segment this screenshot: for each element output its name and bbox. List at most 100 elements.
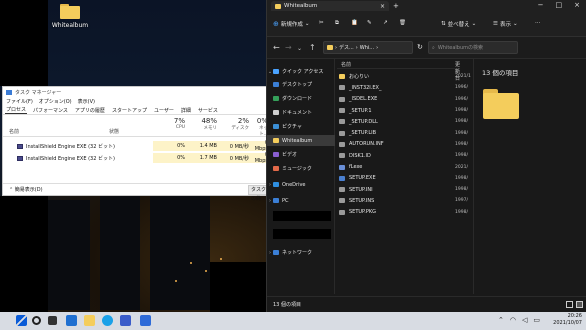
address-box[interactable]: › デス... › Whi... ›: [323, 41, 413, 54]
nav-pictures[interactable]: ピクチャ: [267, 121, 335, 132]
file-row[interactable]: お心りい 2021/1: [337, 71, 471, 82]
minimize-icon[interactable]: −: [538, 1, 544, 9]
copy-icon[interactable]: ⧉: [335, 20, 339, 27]
file-name: _INST32I.EX_: [349, 84, 382, 91]
task-view-icon[interactable]: [48, 316, 57, 325]
nav-pc[interactable]: › PC: [267, 195, 335, 206]
tab-app-history[interactable]: アプリの履歴: [74, 107, 106, 114]
tab-services[interactable]: サービス: [197, 107, 219, 114]
up-arrow-icon[interactable]: ↑: [309, 43, 316, 52]
task-manager-icon[interactable]: [140, 315, 151, 326]
city-light: [175, 280, 177, 282]
col-memory[interactable]: 48% メモリ: [191, 117, 217, 131]
paste-icon[interactable]: 📋: [351, 20, 358, 26]
end-task-button[interactable]: タスクの終: [248, 184, 268, 202]
nav-desktop[interactable]: デスクトップ: [267, 79, 335, 90]
desktop-icon-label: Whitealbum: [51, 22, 89, 29]
black-region: [0, 0, 48, 86]
tab-startup[interactable]: スタートアップ: [111, 107, 148, 114]
delete-icon[interactable]: 🗑: [399, 20, 406, 26]
more-options-icon[interactable]: ···: [535, 20, 540, 26]
explorer-tab[interactable]: Whitealbum ×: [271, 1, 389, 11]
nav-label: ピクチャ: [282, 124, 302, 130]
file-row[interactable]: SETUP.INI 1998/: [337, 184, 468, 195]
col-name[interactable]: 名前: [341, 61, 351, 68]
nav-onedrive[interactable]: › OneDrive: [267, 179, 335, 190]
nav-videos[interactable]: ビデオ: [267, 149, 335, 160]
file-row[interactable]: SETUP.PKG 1998/: [337, 207, 468, 218]
tab-processes[interactable]: プロセス: [5, 106, 28, 114]
col-disk[interactable]: 2% ディスク: [223, 117, 249, 131]
file-row[interactable]: SETUP.EXE 1998/: [337, 173, 468, 184]
col-name[interactable]: 名前: [9, 128, 19, 135]
nav-quick-access[interactable]: ⌄ クイック アクセス: [267, 66, 335, 77]
start-icon[interactable]: [16, 315, 27, 326]
maximize-icon[interactable]: □: [556, 1, 563, 9]
file-row[interactable]: fLexe 2021/: [337, 161, 468, 172]
file-row[interactable]: _INST32I.EX_ 1996/: [337, 82, 468, 93]
menu-options[interactable]: オプション(O): [39, 98, 72, 105]
chevron-up-icon[interactable]: ⌃: [498, 316, 504, 324]
refresh-icon[interactable]: ↻: [417, 43, 423, 51]
sort-button[interactable]: ⇅ 並べ替え ⌄: [441, 20, 476, 28]
col-status[interactable]: 状態: [109, 128, 119, 135]
view-icon: ☰: [493, 21, 498, 27]
video-icon: [273, 152, 279, 157]
process-row[interactable]: InstallShield Engine EXE (32 ビット) 0% 1.4…: [3, 140, 268, 152]
back-arrow-icon[interactable]: ←: [273, 43, 280, 52]
nav-network[interactable]: › ネットワーク: [267, 247, 335, 258]
tab-performance[interactable]: パフォーマンス: [32, 107, 69, 114]
close-tab-icon[interactable]: ×: [380, 3, 385, 10]
desktop-folder-whitealbum[interactable]: Whitealbum: [50, 4, 90, 29]
search-icon[interactable]: [32, 316, 41, 325]
rename-icon[interactable]: ✎: [367, 20, 372, 26]
tab-users[interactable]: ユーザー: [153, 107, 175, 114]
tiles-view-icon[interactable]: [576, 301, 583, 308]
close-icon[interactable]: ×: [574, 1, 580, 9]
new-tab-icon[interactable]: +: [393, 2, 399, 10]
recent-chevron-icon[interactable]: ⌄: [297, 45, 302, 52]
nav-whitealbum[interactable]: Whitealbum: [267, 135, 335, 146]
process-name: InstallShield Engine EXE (32 ビット): [26, 143, 115, 150]
breadcrumb-current[interactable]: Whi...: [360, 45, 374, 51]
file-row[interactable]: SETUP.INS 1997/: [337, 195, 468, 206]
nav-downloads[interactable]: ダウンロード: [267, 93, 335, 104]
file-row[interactable]: DISK1.ID 1998/: [337, 150, 468, 161]
tab-details[interactable]: 詳細: [180, 107, 192, 114]
speaker-icon[interactable]: ◁: [522, 316, 527, 324]
file-explorer-icon[interactable]: [84, 315, 95, 326]
file-row[interactable]: _ISDEL.EXE 1996/: [337, 94, 468, 105]
menu-file[interactable]: ファイル(F): [6, 98, 33, 105]
view-button[interactable]: ☰ 表示 ⌄: [493, 20, 518, 28]
widgets-icon[interactable]: [66, 315, 77, 326]
cut-icon[interactable]: ✂: [319, 20, 324, 26]
store-icon[interactable]: [120, 315, 131, 326]
details-view-icon[interactable]: [566, 301, 573, 308]
file-row[interactable]: _SETUP.LIB 1998/: [337, 128, 468, 139]
menu-view[interactable]: 表示(V): [78, 98, 95, 105]
wifi-icon[interactable]: ◠: [510, 316, 516, 324]
edge-icon[interactable]: [102, 315, 113, 326]
process-row[interactable]: InstallShield Engine EXE (32 ビット) 0% 1.7…: [3, 152, 268, 164]
clock[interactable]: 20:26 2021/10/07: [553, 313, 582, 327]
file-row[interactable]: _SETUP.1 1998/: [337, 105, 468, 116]
search-input[interactable]: ⌕ Whitealbumの検索: [428, 41, 518, 54]
fewer-details-link[interactable]: ⌃ 簡易表示(D): [9, 186, 43, 193]
file-row[interactable]: _SETUP.DLL 1998/: [337, 116, 468, 127]
col-cpu[interactable]: 7% CPU: [163, 117, 185, 130]
battery-icon[interactable]: ▭: [533, 316, 540, 324]
status-bar: 13 個の項目: [267, 296, 586, 312]
music-icon: [273, 166, 279, 171]
file-explorer-window: Whitealbum × + − □ × ⊕ 新規作成 ⌄ ✂ ⧉ 📋 ✎ ↗ …: [266, 0, 586, 312]
nav-label: ダウンロード: [282, 96, 313, 102]
new-button[interactable]: ⊕ 新規作成 ⌄: [273, 20, 310, 28]
item-count-title: 13 個の項目: [482, 69, 519, 77]
file-row[interactable]: AUTORUN.INF 1998/: [337, 139, 468, 150]
disk-label: ディスク: [231, 126, 249, 131]
item-count: 13 個の項目: [273, 302, 301, 308]
nav-music[interactable]: ミュージック: [267, 163, 335, 174]
share-icon[interactable]: ↗: [383, 20, 388, 26]
breadcrumb-desktop[interactable]: デス...: [339, 44, 354, 51]
nav-documents[interactable]: ドキュメント: [267, 107, 335, 118]
forward-arrow-icon[interactable]: →: [285, 43, 292, 52]
